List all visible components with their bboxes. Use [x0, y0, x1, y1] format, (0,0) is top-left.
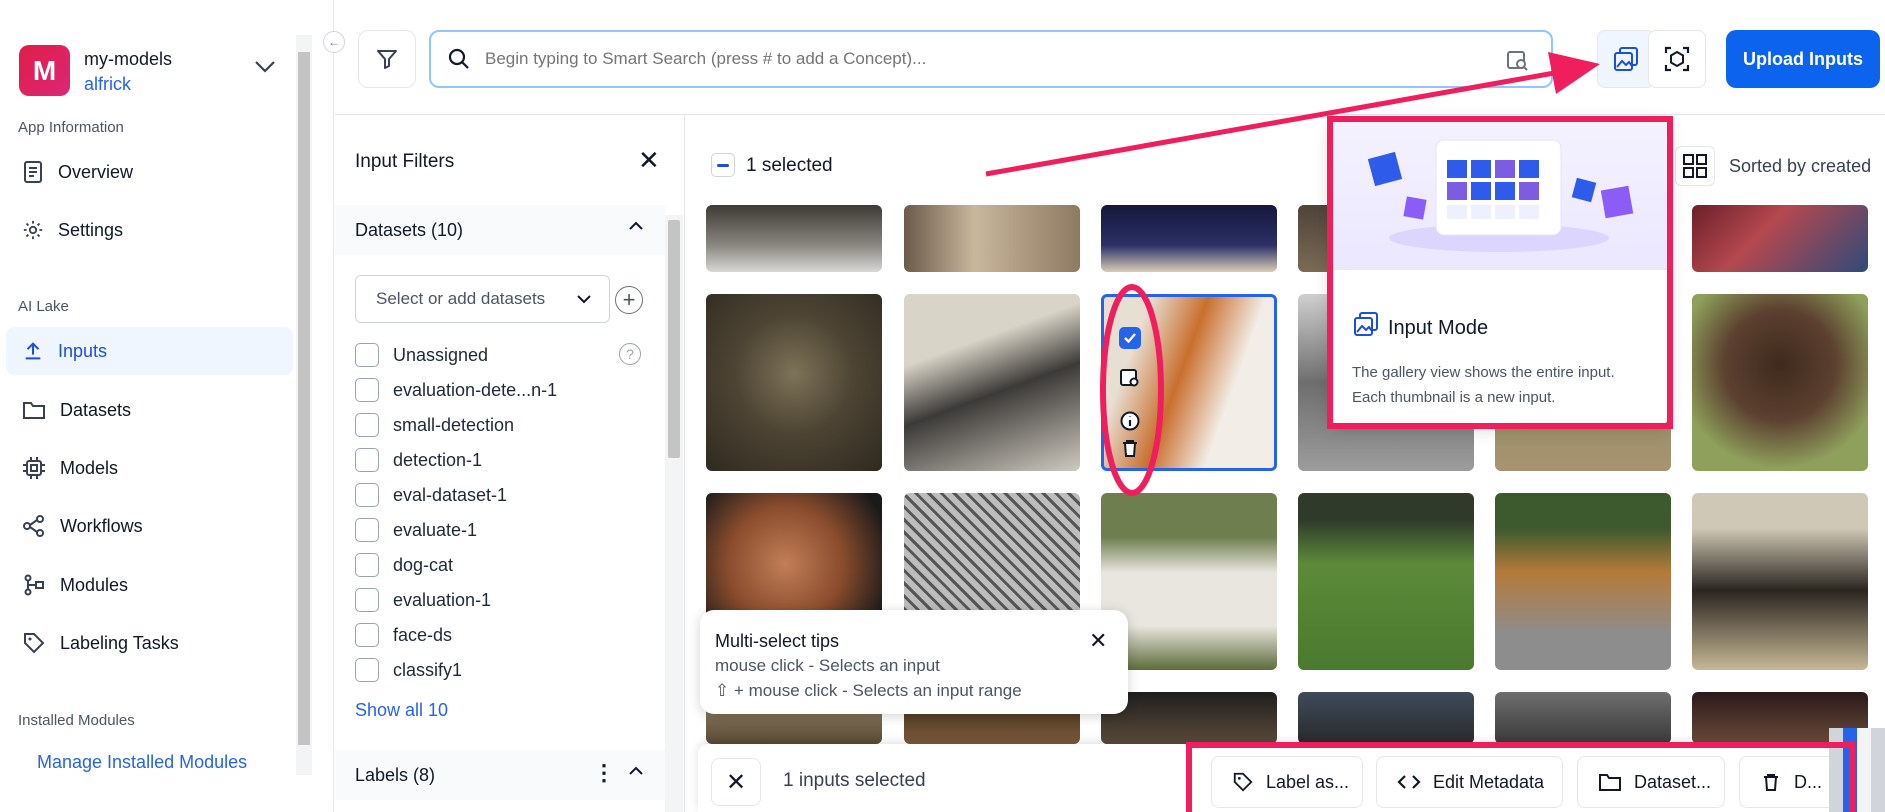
- annotation-overlay: [985, 52, 1600, 496]
